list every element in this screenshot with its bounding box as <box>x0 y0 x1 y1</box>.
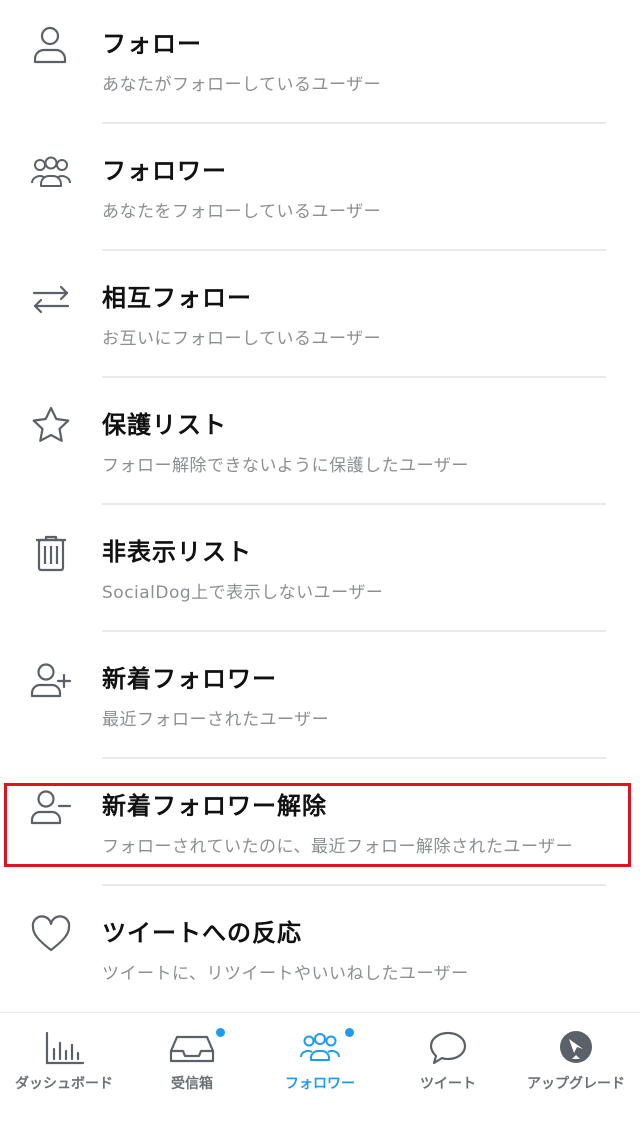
dog-logo-icon <box>551 1029 601 1067</box>
tab-label: フォロワー <box>285 1076 355 1092</box>
heart-icon <box>28 911 74 957</box>
menu-item-title: フォロー <box>102 30 202 58</box>
menu-item-title: 相互フォロー <box>102 284 252 312</box>
tab-dashboard[interactable]: ダッシュボード <box>0 1013 128 1123</box>
menu-item-mutual-follow[interactable]: 相互フォロー お互いにフォローしているユーザー <box>0 254 640 380</box>
bottom-tab-bar: ダッシュボード 受信箱 フォロワー ツイート アップグレード <box>0 1012 640 1123</box>
tab-label: 受信箱 <box>171 1076 213 1092</box>
menu-item-followers[interactable]: フォロワー あなたをフォローしているユーザー <box>0 127 640 253</box>
menu-item-description: あなたをフォローしているユーザー <box>102 202 382 222</box>
tab-label: ツイート <box>420 1076 476 1092</box>
menu-item-title: 新着フォロワー <box>102 665 277 693</box>
menu-item-following[interactable]: フォロー あなたがフォローしているユーザー <box>0 0 640 126</box>
menu-item-title: 非表示リスト <box>102 538 252 566</box>
divider <box>102 503 606 505</box>
notification-badge <box>345 1028 354 1037</box>
divider <box>102 757 606 759</box>
users-group-icon <box>28 149 74 195</box>
menu-item-title: 保護リスト <box>102 411 227 439</box>
menu-item-title: フォロワー <box>102 157 227 185</box>
menu-item-protected-list[interactable]: 保護リスト フォロー解除できないように保護したユーザー <box>0 381 640 507</box>
divider <box>102 884 606 886</box>
highlight-box <box>4 783 631 867</box>
user-icon <box>28 22 74 68</box>
tab-followers[interactable]: フォロワー <box>256 1013 384 1123</box>
tab-tweet[interactable]: ツイート <box>384 1013 512 1123</box>
tab-upgrade[interactable]: アップグレード <box>512 1013 640 1123</box>
trash-icon <box>28 530 74 576</box>
user-plus-icon <box>28 657 74 703</box>
users-group-icon <box>295 1029 345 1067</box>
divider <box>102 249 606 251</box>
tab-label: ダッシュボード <box>15 1076 113 1092</box>
menu-item-hidden-list[interactable]: 非表示リスト SocialDog上で表示しないユーザー <box>0 508 640 634</box>
menu-item-description: あなたがフォローしているユーザー <box>102 75 382 95</box>
divider <box>102 630 606 632</box>
menu-item-description: ツイートに、リツイートやいいねしたユーザー <box>102 964 469 984</box>
menu-item-description: お互いにフォローしているユーザー <box>102 329 382 349</box>
menu-item-description: 最近フォローされたユーザー <box>102 710 330 730</box>
bar-chart-icon <box>39 1029 89 1067</box>
speech-bubble-icon <box>423 1029 473 1067</box>
menu-item-tweet-reactions[interactable]: ツイートへの反応 ツイートに、リツイートやいいねしたユーザー <box>0 889 640 1015</box>
tab-label: アップグレード <box>527 1076 625 1092</box>
arrows-swap-icon <box>28 276 74 322</box>
star-icon <box>28 403 74 449</box>
menu-item-title: ツイートへの反応 <box>102 919 302 947</box>
menu-item-description: SocialDog上で表示しないユーザー <box>102 583 384 603</box>
menu-item-description: フォロー解除できないように保護したユーザー <box>102 456 469 476</box>
notification-badge <box>216 1028 225 1037</box>
divider <box>102 122 606 124</box>
divider <box>102 376 606 378</box>
menu-item-new-followers[interactable]: 新着フォロワー 最近フォローされたユーザー <box>0 635 640 761</box>
tab-inbox[interactable]: 受信箱 <box>128 1013 256 1123</box>
inbox-icon <box>167 1029 217 1067</box>
